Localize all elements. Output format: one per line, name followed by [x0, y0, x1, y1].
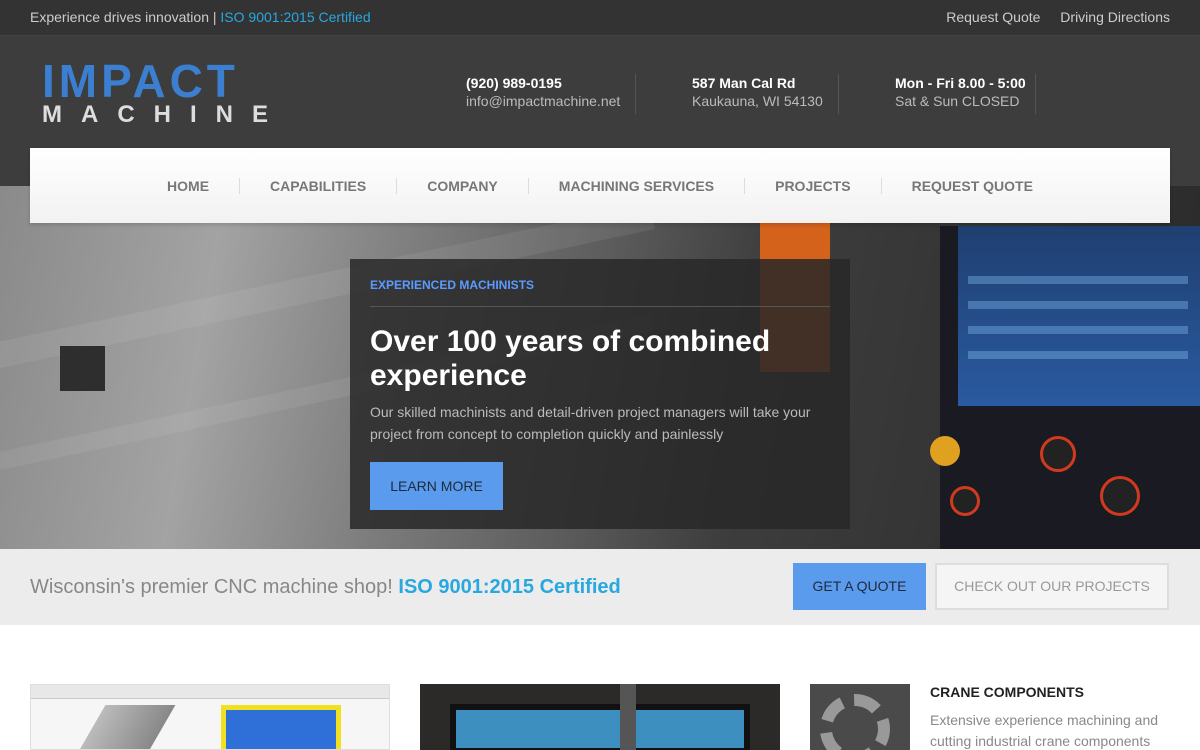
gear-icon [820, 694, 890, 750]
logo-line-impact: IMPACT [42, 55, 239, 107]
nav-item-home[interactable]: HOME [137, 177, 241, 194]
top-links: Request Quote Driving Directions [930, 9, 1170, 25]
nav-item-company[interactable]: COMPANY [397, 177, 529, 194]
city-address: Kaukauna, WI 54130 [692, 93, 823, 109]
request-quote-link[interactable]: Request Quote [946, 9, 1040, 25]
cta-message: Wisconsin's premier CNC machine shop! IS… [30, 576, 621, 599]
check-out-projects-button[interactable]: CHECK OUT OUR PROJECTS [935, 563, 1169, 610]
weekday-hours: Mon - Fri 8.00 - 5:00 [895, 75, 1026, 91]
cta-band: Wisconsin's premier CNC machine shop! IS… [0, 549, 1200, 625]
probe-monitor [450, 704, 750, 750]
street-address: 587 Man Cal Rd [692, 75, 796, 91]
hero-kicker: EXPERIENCED MACHINISTS [370, 278, 535, 292]
card-probe-image[interactable] [420, 684, 780, 750]
slider-prev-button[interactable] [60, 346, 105, 391]
nav-item-capabilities[interactable]: CAPABILITIES [240, 177, 398, 194]
tagline: Experience drives innovation | ISO 9001:… [30, 9, 371, 25]
weekend-hours: Sat & Sun CLOSED [895, 93, 1020, 109]
hero-control-knob [1100, 476, 1140, 516]
cad-toolbar [31, 685, 389, 699]
probe-tool [620, 684, 636, 750]
contact-address: 587 Man Cal Rd Kaukauna, WI 54130 [692, 74, 839, 114]
hero-control-screen [958, 226, 1200, 406]
contact-phone-email: (920) 989-0195 info@impactmachine.net [466, 74, 636, 114]
get-a-quote-button[interactable]: GET A QUOTE [793, 563, 926, 610]
business-hours: Mon - Fri 8.00 - 5:00 Sat & Sun CLOSED [895, 74, 1036, 114]
tagline-text: Experience drives innovation | [30, 9, 221, 25]
top-bar: Experience drives innovation | ISO 9001:… [0, 0, 1200, 36]
hero-headline: Over 100 years of combined experience [370, 325, 771, 392]
nav-item-projects[interactable]: PROJECTS [745, 177, 882, 194]
cad-part [221, 705, 341, 749]
hero-divider [370, 306, 830, 307]
card-crane-image[interactable] [810, 684, 910, 750]
learn-more-button[interactable]: LEARN MORE [370, 462, 503, 510]
cad-cylinder [76, 705, 176, 749]
hero-slide-caption: EXPERIENCED MACHINISTS Over 100 years of… [350, 259, 850, 529]
company-logo[interactable]: IMPACT MACHINE [40, 58, 280, 128]
driving-directions-link[interactable]: Driving Directions [1060, 9, 1170, 25]
card-cad-image[interactable] [30, 684, 390, 750]
nav-item-machining-services[interactable]: MACHINING SERVICES [529, 177, 746, 194]
logo-line-machine: MACHINE [42, 101, 287, 128]
hero-description: Our skilled machinists and detail-driven… [370, 404, 811, 442]
tagline-certification: ISO 9001:2015 Certified [220, 9, 371, 25]
crane-components-description: Extensive experience machining and cutti… [930, 712, 1159, 749]
cta-certification: ISO 9001:2015 Certified [398, 576, 621, 598]
hero-emergency-stop [930, 436, 960, 466]
hero-control-knob [950, 486, 980, 516]
cta-message-text: Wisconsin's premier CNC machine shop! [30, 576, 399, 598]
nav-item-request-quote[interactable]: REQUEST QUOTE [882, 178, 1063, 194]
crane-components-title[interactable]: CRANE COMPONENTS [930, 684, 1084, 700]
phone-number[interactable]: (920) 989-0195 [466, 74, 635, 92]
main-navigation: HOME CAPABILITIES COMPANY MACHINING SERV… [30, 148, 1170, 223]
hero-control-knob [1040, 436, 1076, 472]
nav-list: HOME CAPABILITIES COMPANY MACHINING SERV… [30, 148, 1170, 223]
email-address[interactable]: info@impactmachine.net [466, 92, 635, 110]
